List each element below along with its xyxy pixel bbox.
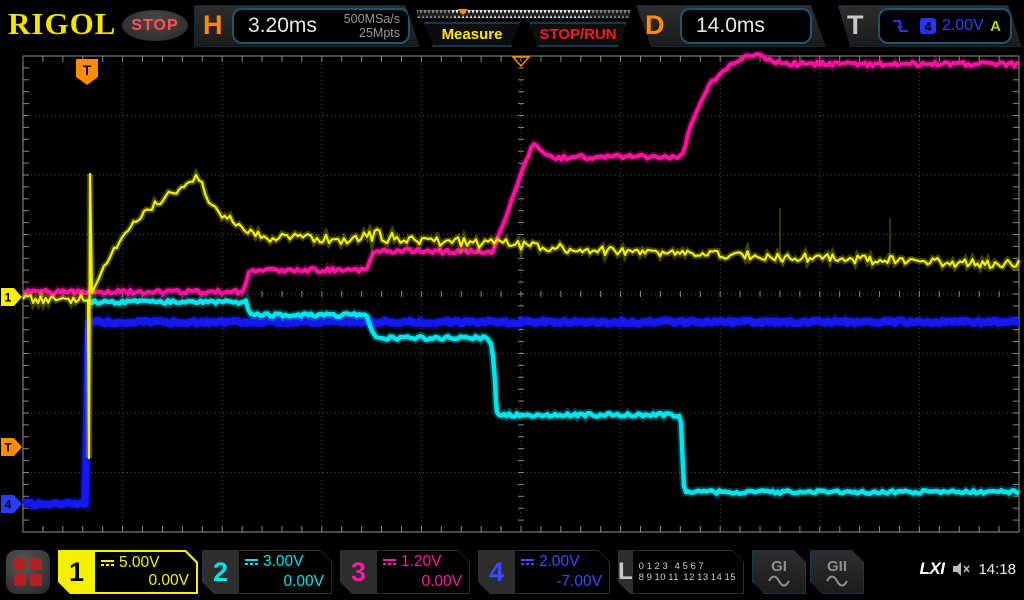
lxi-status: LXI xyxy=(920,559,945,579)
source2-label: GII xyxy=(827,558,847,575)
channel3-scale: 1.20V xyxy=(401,553,442,571)
channel4-module[interactable]: 4 2.00V -7.00V xyxy=(478,550,610,594)
channel1-module[interactable]: 1 5.00V 0.00V xyxy=(58,550,198,594)
delay-panel[interactable]: D 14.0ms xyxy=(636,5,826,47)
timebase-value: 3.20ms xyxy=(248,14,344,38)
delay-value: 14.0ms xyxy=(696,14,810,38)
channel2-number: 2 xyxy=(202,550,239,594)
bottom-status-bar: 1 5.00V 0.00V 2 3.00V 0.00V 3 1.20V 0.00 xyxy=(0,545,1024,600)
sample-rate: 500MSa/s xyxy=(344,12,400,26)
oscilloscope-screen: 1 T 4 T RIGOL STOP H 3.20ms 500MSa/s 25Mpts… xyxy=(0,0,1024,600)
ch2-trace-glow xyxy=(87,300,1019,494)
trigger-mode: A xyxy=(990,18,1001,35)
trigger-source-badge: 4 xyxy=(920,18,936,34)
measure-button-label: Measure xyxy=(442,26,503,43)
channel1-scale: 5.00V xyxy=(119,554,160,572)
channel1-offset: 0.00V xyxy=(101,572,189,590)
clock: 14:18 xyxy=(978,561,1016,578)
channel4-offset: -7.00V xyxy=(521,573,602,591)
channel3-offset: 0.00V xyxy=(383,573,462,591)
trigger-level-value: 2.00V xyxy=(942,17,990,35)
stop-run-button-label: STOP/RUN xyxy=(539,26,616,43)
stop-run-button[interactable]: STOP/RUN xyxy=(529,22,627,47)
trigger-level-marker[interactable]: T xyxy=(1,438,22,456)
dc-coupling-icon xyxy=(521,559,534,565)
channel1-number: 1 xyxy=(58,550,95,594)
acquisition-info: 500MSa/s 25Mpts xyxy=(344,12,400,40)
logic-analyzer-module[interactable]: L 0 1 2 3 4 5 6 7 8 9 10 11 12 13 14 15 xyxy=(618,550,744,594)
delay-label: D xyxy=(645,10,665,41)
memory-position-bar[interactable] xyxy=(417,9,630,20)
horizontal-label: H xyxy=(203,10,223,41)
trigger-position-marker[interactable]: T xyxy=(76,59,98,85)
memory-depth: 25Mpts xyxy=(359,26,400,40)
top-status-bar: RIGOL STOP H 3.20ms 500MSa/s 25Mpts Meas… xyxy=(0,0,1024,50)
ch4-position-marker[interactable]: 4 xyxy=(1,495,22,513)
run-state-badge: STOP xyxy=(122,10,188,41)
sine-wave-icon xyxy=(825,575,849,587)
dc-coupling-icon xyxy=(245,559,258,565)
dc-coupling-icon xyxy=(101,560,114,566)
menu-grid-icon xyxy=(14,558,26,570)
dc-coupling-icon xyxy=(383,559,396,565)
speaker-muted-icon xyxy=(951,561,971,577)
source2-button[interactable]: GII xyxy=(810,550,864,594)
channel4-scale: 2.00V xyxy=(539,553,580,571)
scope-display[interactable]: 1 T 4 T xyxy=(0,0,1024,600)
horizontal-panel[interactable]: H 3.20ms 500MSa/s 25Mpts xyxy=(194,5,420,47)
falling-edge-icon xyxy=(892,18,910,34)
source1-button[interactable]: GI xyxy=(752,550,806,594)
ch2-trace xyxy=(87,300,1019,494)
logic-channels-row1: 0 1 2 3 4 5 6 7 xyxy=(639,561,736,572)
svg-text:1: 1 xyxy=(5,291,12,305)
source1-label: GI xyxy=(771,558,787,575)
sine-wave-icon xyxy=(767,575,791,587)
menu-button[interactable] xyxy=(6,550,50,594)
channel3-module[interactable]: 3 1.20V 0.00V xyxy=(340,550,470,594)
channel2-module[interactable]: 2 3.00V 0.00V xyxy=(202,550,332,594)
channel4-number: 4 xyxy=(478,550,515,594)
logic-label: L xyxy=(618,550,633,594)
channel3-number: 3 xyxy=(340,550,377,594)
svg-text:T: T xyxy=(4,441,12,455)
logic-channels-row2: 8 9 10 11 12 13 14 15 xyxy=(639,572,736,583)
channel2-offset: 0.00V xyxy=(245,573,324,591)
trigger-panel[interactable]: T 4 2.00V A xyxy=(838,5,1022,47)
trigger-label: T xyxy=(847,10,864,41)
svg-text:T: T xyxy=(83,62,92,78)
rigol-logo: RIGOL xyxy=(8,6,116,42)
ch1-position-marker[interactable]: 1 xyxy=(1,288,22,306)
measure-button[interactable]: Measure xyxy=(424,22,520,47)
svg-text:4: 4 xyxy=(5,498,12,512)
channel2-scale: 3.00V xyxy=(263,553,304,571)
